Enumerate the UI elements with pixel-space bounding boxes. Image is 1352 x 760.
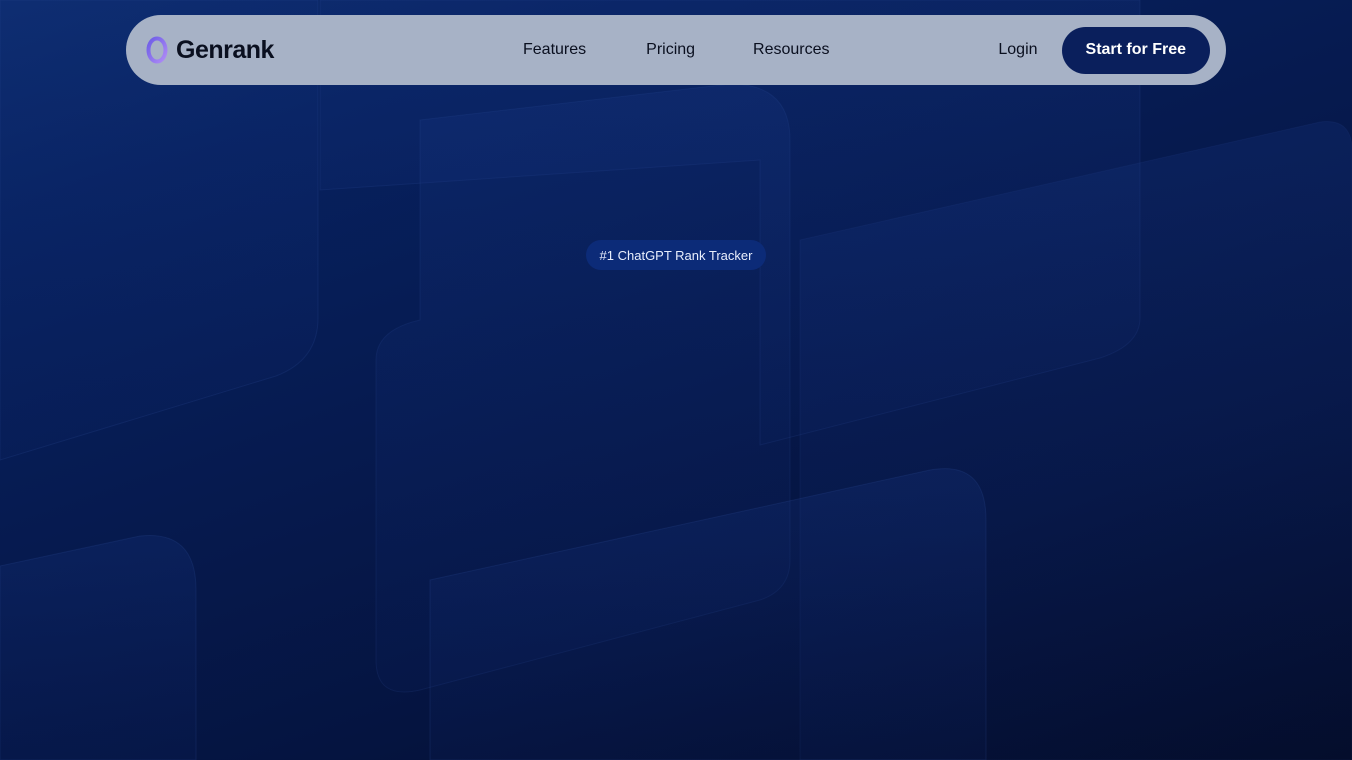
nav-actions: Login Start for Free	[998, 15, 1210, 85]
bg-card-5	[429, 468, 987, 760]
brand-name: Genrank	[176, 35, 274, 64]
hero-badge: #1 ChatGPT Rank Tracker	[586, 240, 766, 270]
ring-logo-icon	[146, 36, 168, 64]
nav-link-resources[interactable]: Resources	[753, 41, 829, 59]
nav-link-pricing[interactable]: Pricing	[646, 41, 695, 59]
bg-card-3	[375, 83, 791, 693]
background-cards	[0, 0, 1352, 760]
background-decoration	[0, 0, 1352, 760]
login-link[interactable]: Login	[998, 41, 1037, 59]
top-navbar: Genrank Features Pricing Resources Login…	[126, 15, 1226, 85]
nav-links: Features Pricing Resources	[523, 15, 830, 85]
bg-card-6	[0, 534, 197, 760]
bg-card-4	[799, 121, 1352, 760]
start-for-free-button[interactable]: Start for Free	[1061, 26, 1210, 74]
brand-logo[interactable]: Genrank	[146, 36, 274, 65]
nav-link-features[interactable]: Features	[523, 41, 586, 59]
